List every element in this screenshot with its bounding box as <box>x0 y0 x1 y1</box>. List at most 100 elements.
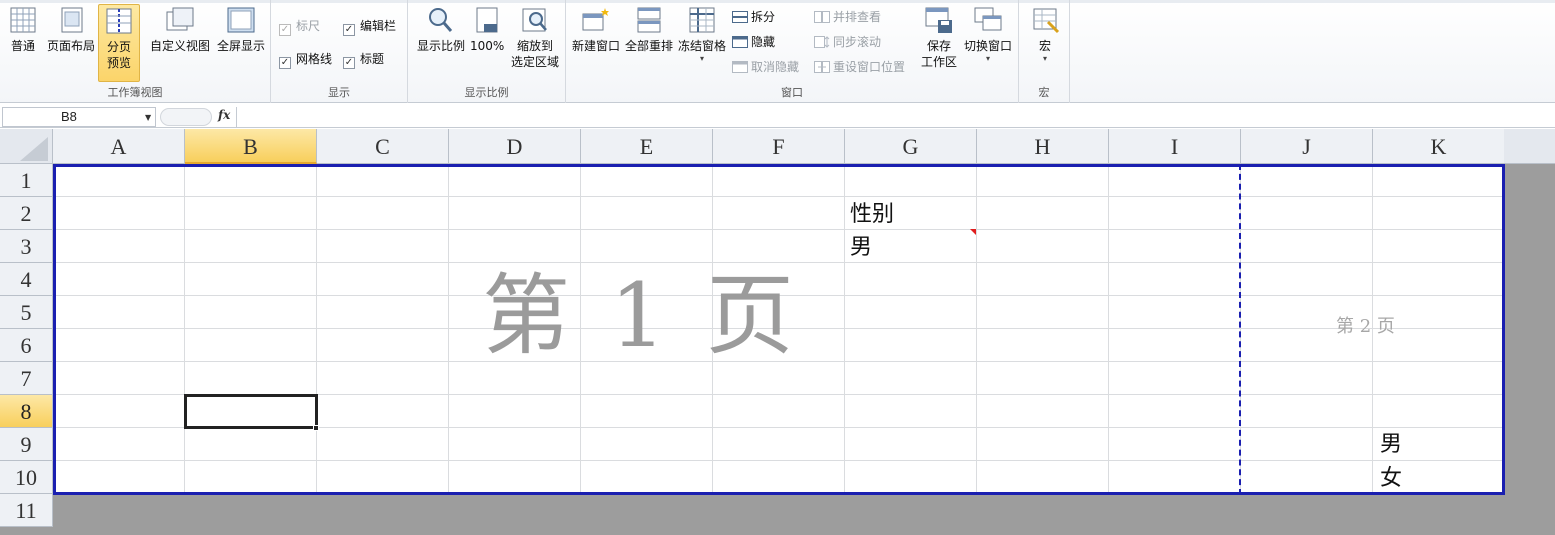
arrange-all-button[interactable]: 全部重排 <box>624 4 674 54</box>
row-header-7[interactable]: 7 <box>0 362 53 395</box>
select-all-button[interactable] <box>0 129 53 164</box>
formula-input[interactable] <box>236 107 1555 127</box>
page-2-watermark: 第 2 页 <box>1336 316 1395 337</box>
column-header-G[interactable]: G <box>845 129 977 164</box>
sync-scroll-icon <box>814 36 830 48</box>
column-header-E[interactable]: E <box>581 129 713 164</box>
unhide-button[interactable]: 取消隐藏 <box>732 57 799 77</box>
view-side-by-side-button[interactable]: 并排查看 <box>814 7 881 27</box>
gridlines-checkbox[interactable]: ✓ 网格线 <box>279 49 332 69</box>
custom-views-button[interactable]: 自定义视图 <box>148 4 212 54</box>
gridline-vertical <box>976 164 977 494</box>
arrange-all-icon <box>637 7 661 33</box>
split-icon <box>732 11 748 23</box>
row-header-4[interactable]: 4 <box>0 263 53 296</box>
group-workbook-views: 普通 页面布局 分页 预览 自定义视图 全屏显示 工作簿视图 <box>0 0 271 103</box>
switch-windows-button[interactable]: 切换窗口 ▾ <box>962 4 1014 64</box>
row-header-5[interactable]: 5 <box>0 296 53 329</box>
name-box-dropdown-icon[interactable]: ▼ <box>145 113 151 122</box>
formula-bar-label: 编辑栏 <box>360 19 397 33</box>
save-workspace-label-2: 工作区 <box>920 55 957 69</box>
zoom-to-selection-button[interactable]: 缩放到 选定区域 <box>508 4 562 70</box>
show-group-label: 显示 <box>328 86 350 99</box>
hide-button[interactable]: 隐藏 <box>732 32 775 52</box>
full-screen-button[interactable]: 全屏显示 <box>214 4 268 54</box>
side-by-side-icon <box>814 11 830 23</box>
freeze-panes-label: 冻结窗格 <box>677 39 726 53</box>
zoom-100-button[interactable]: 100% <box>470 4 504 54</box>
reset-window-position-button[interactable]: 重设窗口位置 <box>814 57 905 77</box>
ruler-checkbox[interactable]: ✓ 标尺 <box>279 16 320 36</box>
page-break-preview-button[interactable]: 分页 预览 <box>98 4 140 82</box>
column-header-C[interactable]: C <box>317 129 449 164</box>
group-zoom: 显示比例 100% 缩放到 选定区域 显示比例 <box>408 0 566 103</box>
freeze-panes-button[interactable]: 冻结窗格 ▾ <box>676 4 728 64</box>
zoom-to-selection-label-1: 缩放到 <box>516 39 553 53</box>
headings-checkbox[interactable]: ✓ 标题 <box>343 49 384 69</box>
fill-handle[interactable] <box>313 425 319 431</box>
group-window: 新建窗口 全部重排 冻结窗格 ▾ 拆分 隐藏 取消隐藏 并排查看 同步滚动 重设… <box>566 0 1019 103</box>
row-header-10[interactable]: 10 <box>0 461 53 494</box>
save-workspace-button[interactable]: 保存 工作区 <box>918 4 960 70</box>
group-macros: 宏 ▾ 宏 <box>1019 0 1070 103</box>
unhide-icon <box>732 61 748 73</box>
insert-function-icon[interactable]: fx <box>218 108 230 122</box>
row-header-1[interactable]: 1 <box>0 164 53 197</box>
save-workspace-label-1: 保存 <box>926 39 951 53</box>
full-screen-label: 全屏显示 <box>216 39 265 53</box>
comment-indicator-icon[interactable] <box>970 229 976 235</box>
row-header-9[interactable]: 9 <box>0 428 53 461</box>
column-header-I[interactable]: I <box>1109 129 1241 164</box>
cell-K10[interactable]: 女 <box>1380 463 1402 495</box>
gridlines-check-icon: ✓ <box>279 57 291 69</box>
zoom-label: 显示比例 <box>416 39 465 53</box>
gridline-vertical <box>448 164 449 494</box>
active-cell-B8[interactable] <box>184 394 318 429</box>
page-break-line[interactable] <box>1239 164 1241 495</box>
new-window-button[interactable]: 新建窗口 <box>570 4 622 54</box>
gridline-vertical <box>316 164 317 494</box>
formula-bar-splitter[interactable] <box>160 108 212 126</box>
macros-group-label: 宏 <box>1038 86 1050 99</box>
synchronous-scrolling-button[interactable]: 同步滚动 <box>814 32 881 52</box>
column-header-D[interactable]: D <box>449 129 581 164</box>
macros-button[interactable]: 宏 ▾ <box>1025 4 1065 64</box>
gridline-vertical <box>1108 164 1109 494</box>
row-header-6[interactable]: 6 <box>0 329 53 362</box>
cell-G3[interactable]: 男 <box>850 232 872 264</box>
reset-position-icon <box>814 61 830 73</box>
headings-label: 标题 <box>360 52 385 66</box>
formula-bar-checkbox[interactable]: ✓ 编辑栏 <box>343 16 396 36</box>
normal-view-button[interactable]: 普通 <box>4 4 42 54</box>
gridline-horizontal <box>53 262 1504 263</box>
macros-caret-icon: ▾ <box>1042 54 1047 63</box>
column-header-H[interactable]: H <box>977 129 1109 164</box>
reset-position-label: 重设窗口位置 <box>833 60 906 74</box>
hide-label: 隐藏 <box>751 35 776 49</box>
name-box[interactable]: B8 <box>2 107 156 127</box>
column-header-J[interactable]: J <box>1241 129 1373 164</box>
unhide-label: 取消隐藏 <box>751 60 800 74</box>
split-button[interactable]: 拆分 <box>732 7 775 27</box>
column-header-A[interactable]: A <box>53 129 185 164</box>
row-header-2[interactable]: 2 <box>0 197 53 230</box>
column-header-K[interactable]: K <box>1373 129 1505 164</box>
zoom-to-selection-icon <box>522 8 547 32</box>
zoom-button[interactable]: 显示比例 <box>412 4 470 54</box>
zoom-100-label: 100% <box>470 39 505 53</box>
row-header-11[interactable]: 11 <box>0 494 53 527</box>
page-break-preview-icon <box>106 8 132 34</box>
save-workspace-icon <box>925 7 952 33</box>
row-header-3[interactable]: 3 <box>0 230 53 263</box>
ribbon: 普通 页面布局 分页 预览 自定义视图 全屏显示 工作簿视图 ✓ 标尺 ✓ 编辑… <box>0 0 1555 103</box>
row-header-8[interactable]: 8 <box>0 395 53 428</box>
freeze-panes-caret-icon: ▾ <box>699 54 704 63</box>
split-label: 拆分 <box>751 10 776 24</box>
zoom-to-selection-label-2: 选定区域 <box>510 55 559 69</box>
cell-G2[interactable]: 性别 <box>850 199 894 231</box>
normal-view-label: 普通 <box>10 39 35 53</box>
column-header-F[interactable]: F <box>713 129 845 164</box>
cell-K9[interactable]: 男 <box>1380 429 1402 461</box>
page-layout-button[interactable]: 页面布局 <box>46 4 96 54</box>
column-header-B[interactable]: B <box>185 129 317 164</box>
